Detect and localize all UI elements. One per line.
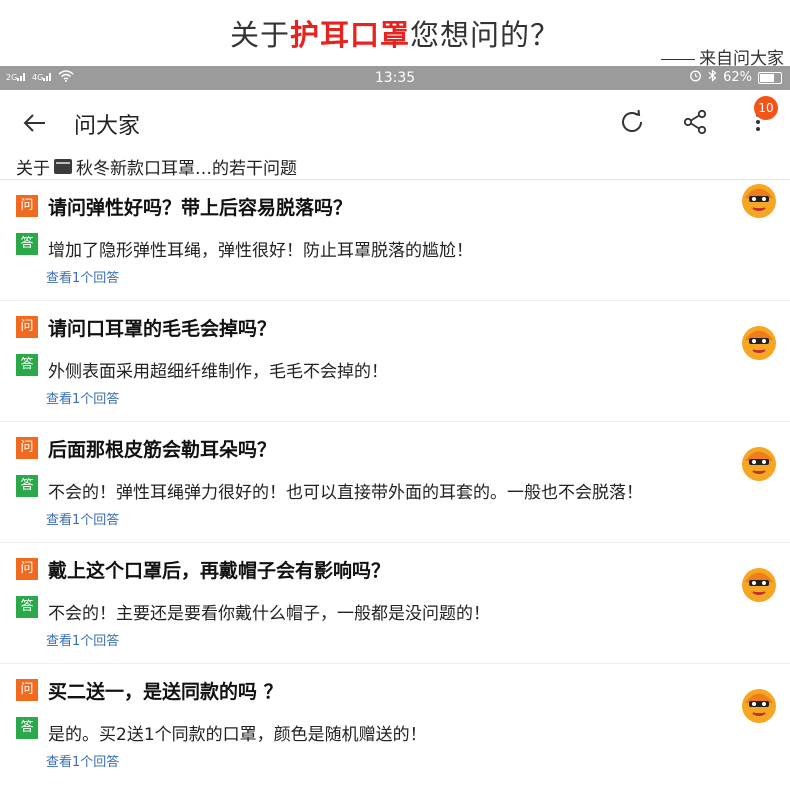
product-thumbnail-icon [54,159,72,174]
answer-tag: 答 [16,596,38,618]
battery-icon [758,71,782,84]
bluetooth-icon [708,69,717,86]
qa-item[interactable]: 问 请问弹性好吗？带上后容易脱落吗？ 答 增加了隐形弹性耳绳，弹性很好！防止耳罩… [0,180,790,301]
view-answers-link[interactable]: 查看1个回答 [46,509,119,528]
notification-badge: 10 [754,96,778,120]
qa-item[interactable]: 问 买二送一，是送同款的吗 ？ 答 是的。买2送1个同款的口罩，颜色是随机赠送的… [0,664,790,785]
answer-text: 不会的！主要还是要看你戴什么帽子，一般都是没问题的！ [48,604,490,624]
question-text[interactable]: 请问口耳罩的毛毛会掉吗？ [48,314,276,341]
answer-text: 外侧表面采用超细纤维制作，毛毛不会掉的！ [48,362,388,382]
view-answers-link[interactable]: 查看1个回答 [46,388,119,407]
question-text[interactable]: 请问弹性好吗？带上后容易脱落吗？ [48,193,352,220]
about-product[interactable]: 秋冬新款口耳罩…的若干问题 [76,154,297,179]
avatar-icon [742,568,776,602]
alarm-icon [689,69,702,86]
question-tag: 问 [16,679,38,701]
answer-text: 增加了隐形弹性耳绳，弹性很好！防止耳罩脱落的尴尬！ [48,241,473,261]
answer-tag: 答 [16,475,38,497]
view-answers-link[interactable]: 查看1个回答 [46,630,119,649]
back-arrow-icon [23,114,45,132]
promo-header: 关于护耳口罩您想问的？ 来自问大家 [0,0,790,69]
question-tag: 问 [16,195,38,217]
avatar-icon [742,184,776,218]
battery-fill [760,73,774,82]
qa-item[interactable]: 问 请问口耳罩的毛毛会掉吗？ 答 外侧表面采用超细纤维制作，毛毛不会掉的！ 查看… [0,301,790,422]
question-text[interactable]: 戴上这个口罩后，再戴帽子会有影响吗？ [48,556,390,583]
about-prefix: 关于 [16,159,50,179]
page-title: 问大家 [74,114,141,139]
promo-title-before: 关于 [229,18,290,52]
question-tag: 问 [16,558,38,580]
qa-item[interactable]: 问 后面那根皮筋会勒耳朵吗？ 答 不会的！弹性耳绳弹力很好的！也可以直接带外面的… [0,422,790,543]
answer-text: 是的。买2送1个同款的口罩，颜色是随机赠送的！ [48,725,427,745]
refresh-button[interactable] [614,104,650,140]
source-dash [661,58,695,60]
question-text[interactable]: 后面那根皮筋会勒耳朵吗？ [48,435,276,462]
qa-item[interactable]: 问 戴上这个口罩后，再戴帽子会有影响吗？ 答 不会的！主要还是要看你戴什么帽子，… [0,543,790,664]
question-tag: 问 [16,437,38,459]
question-tag: 问 [16,316,38,338]
back-button[interactable] [18,106,52,140]
answer-text: 不会的！弹性耳绳弹力很好的！也可以直接带外面的耳套的。一般也不会脱落！ [48,483,643,503]
share-icon [683,109,707,135]
status-time: 13:35 [374,70,416,86]
app-bar: 问大家 [0,90,790,154]
avatar-icon [742,689,776,723]
promo-title-after: 您想问的？ [410,18,561,52]
status-bar: 2G 4G 13:35 62% [0,66,790,90]
share-button[interactable] [677,104,713,140]
avatar-icon [742,447,776,481]
avatar-icon [742,326,776,360]
status-right: 62% [689,69,782,86]
answer-tag: 答 [16,233,38,255]
view-answers-link[interactable]: 查看1个回答 [46,267,119,286]
refresh-icon [622,109,642,132]
question-text[interactable]: 买二送一，是送同款的吗 ？ [48,677,283,704]
view-answers-link[interactable]: 查看1个回答 [46,751,119,770]
answer-tag: 答 [16,354,38,376]
battery-percent: 62% [723,70,752,85]
about-line: 关于 秋冬新款口耳罩…的若干问题 [0,154,790,180]
promo-title-highlight: 护耳口罩 [289,18,410,52]
answer-tag: 答 [16,717,38,739]
